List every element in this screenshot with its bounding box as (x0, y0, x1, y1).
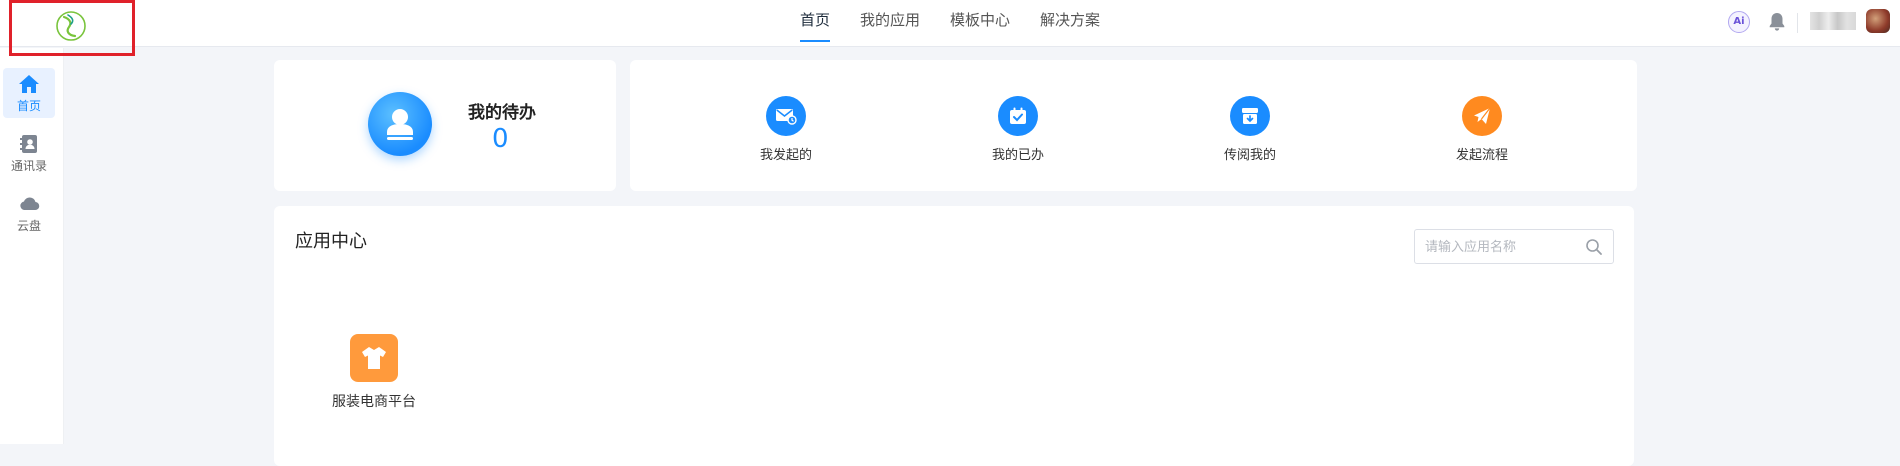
logo-highlight-box (9, 0, 135, 56)
todo-title: 我的待办 (468, 103, 536, 123)
sidebar-item-label: 通讯录 (10, 159, 47, 173)
contacts-icon (20, 135, 37, 153)
quick-action-label: 我的已办 (991, 148, 1044, 163)
header-divider (1797, 13, 1798, 33)
quick-action-done[interactable]: 我的已办 (958, 96, 1078, 163)
sidebar-item-contacts[interactable]: 通讯录 (3, 128, 55, 178)
quick-action-label: 我发起的 (759, 148, 812, 163)
todo-avatar-icon (368, 92, 432, 156)
avatar[interactable] (1866, 9, 1890, 33)
nav-templates[interactable]: 模板中心 (950, 0, 1010, 47)
mail-icon (766, 96, 806, 136)
ai-assistant-button[interactable]: Ai (1728, 11, 1750, 33)
cloud-icon (20, 197, 40, 211)
quick-action-label: 发起流程 (1455, 148, 1508, 163)
quick-action-label: 传阅我的 (1223, 148, 1276, 163)
app-search-box[interactable] (1414, 229, 1614, 264)
top-bar: 首页 我的应用 模板中心 解决方案 Ai (0, 0, 1900, 47)
sidebar-item-cloud[interactable]: 云盘 (3, 188, 55, 238)
nav-home[interactable]: 首页 (800, 0, 831, 47)
quick-actions-card: 我发起的 我的已办 传阅我的 发起流程 (630, 60, 1637, 191)
main-nav: 首页 我的应用 模板中心 解决方案 (800, 0, 1130, 47)
bell-icon[interactable] (1767, 11, 1787, 33)
quick-action-start-flow[interactable]: 发起流程 (1422, 96, 1542, 163)
sidebar-item-label: 云盘 (16, 219, 41, 233)
home-icon (19, 75, 39, 93)
sidebar-item-home[interactable]: 首页 (3, 68, 55, 118)
nav-my-apps[interactable]: 我的应用 (860, 0, 920, 47)
app-search-input[interactable] (1423, 236, 1577, 258)
sidebar-item-label: 首页 (16, 99, 41, 113)
search-icon[interactable] (1585, 238, 1603, 256)
quick-action-circulated[interactable]: 传阅我的 (1190, 96, 1310, 163)
shirt-icon (350, 334, 398, 382)
logo-icon[interactable] (54, 9, 88, 43)
todo-card[interactable]: 我的待办 0 (274, 60, 616, 191)
app-center-card: 应用中心 服装电商平台 (274, 206, 1634, 466)
todo-count[interactable]: 0 (492, 124, 509, 154)
quick-action-initiated[interactable]: 我发起的 (726, 96, 846, 163)
app-tile[interactable]: 服装电商平台 (322, 334, 426, 411)
user-name-blurred[interactable] (1810, 12, 1856, 30)
paper-plane-icon (1462, 96, 1502, 136)
sidebar: 首页 通讯录 云盘 (0, 48, 64, 444)
nav-solutions[interactable]: 解决方案 (1040, 0, 1100, 47)
app-center-title: 应用中心 (295, 231, 367, 252)
calendar-check-icon (998, 96, 1038, 136)
archive-download-icon (1230, 96, 1270, 136)
app-tile-label: 服装电商平台 (332, 394, 416, 410)
